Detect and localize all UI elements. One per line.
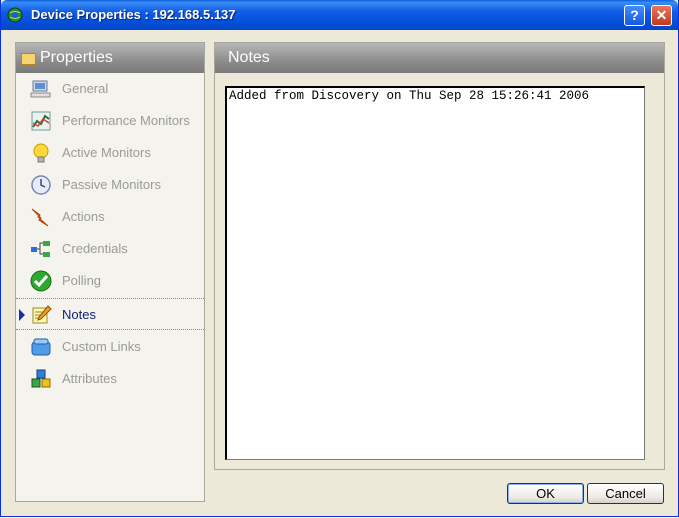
- notepad-icon: [32, 305, 52, 324]
- checkmark-icon: [30, 270, 52, 292]
- sidebar-item-custom-links[interactable]: Custom Links: [16, 331, 204, 363]
- ok-button[interactable]: OK: [507, 483, 584, 504]
- sidebar-item-label: Actions: [62, 209, 105, 224]
- title-bar[interactable]: Device Properties : 192.168.5.137 ? ✕: [1, 0, 678, 30]
- notes-panel: Notes Added from Discovery on Thu Sep 28…: [214, 42, 665, 470]
- network-icon: [31, 241, 50, 257]
- selection-arrow-icon: [19, 309, 25, 321]
- sidebar-item-credentials[interactable]: Credentials: [16, 233, 204, 265]
- help-button[interactable]: ?: [624, 5, 645, 26]
- sidebar-header: Properties: [16, 43, 204, 73]
- notes-textarea[interactable]: Added from Discovery on Thu Sep 28 15:26…: [225, 86, 645, 460]
- lightning-icon: [31, 208, 49, 227]
- clock-icon: [31, 175, 51, 195]
- notes-panel-title: Notes: [228, 49, 270, 66]
- device-properties-dialog: Device Properties : 192.168.5.137 ? ✕ Pr…: [0, 0, 679, 517]
- sidebar-item-performance-monitors[interactable]: Performance Monitors: [16, 105, 204, 137]
- sidebar-item-polling[interactable]: Polling: [16, 265, 204, 297]
- cancel-button[interactable]: Cancel: [587, 483, 664, 504]
- sidebar-item-label: Custom Links: [62, 339, 141, 354]
- sidebar-item-label: Passive Monitors: [62, 177, 161, 192]
- sidebar-item-actions[interactable]: Actions: [16, 201, 204, 233]
- blocks-icon: [31, 369, 51, 388]
- sidebar-item-label: Polling: [62, 273, 102, 288]
- sidebar-item-label: Active Monitors: [62, 145, 151, 160]
- window-title: Device Properties : 192.168.5.137: [31, 7, 236, 22]
- sidebar-item-label: General: [62, 81, 109, 96]
- folder-icon: [21, 53, 36, 65]
- lightbulb-icon: [33, 143, 49, 163]
- sidebar-item-label: Performance Monitors: [62, 113, 190, 128]
- chart-icon: [31, 111, 51, 131]
- sidebar-title: Properties: [40, 49, 113, 66]
- sidebar-item-active-monitors[interactable]: Active Monitors: [16, 137, 204, 169]
- sidebar-item-label: Credentials: [62, 241, 128, 256]
- sidebar-item-attributes[interactable]: Attributes: [16, 363, 204, 395]
- links-icon: [31, 338, 51, 356]
- sidebar-item-general[interactable]: General: [16, 73, 204, 105]
- sidebar-item-label: Attributes: [62, 371, 117, 386]
- sidebar-item-notes[interactable]: Notes: [16, 298, 204, 330]
- sidebar-item-passive-monitors[interactable]: Passive Monitors: [16, 169, 204, 201]
- properties-sidebar: Properties General Performance Monitors: [15, 42, 205, 502]
- close-button[interactable]: ✕: [651, 5, 672, 26]
- sidebar-item-label: Notes: [62, 307, 96, 322]
- computer-icon: [30, 80, 51, 98]
- notes-panel-header: Notes: [215, 43, 664, 73]
- globe-icon: [7, 7, 23, 23]
